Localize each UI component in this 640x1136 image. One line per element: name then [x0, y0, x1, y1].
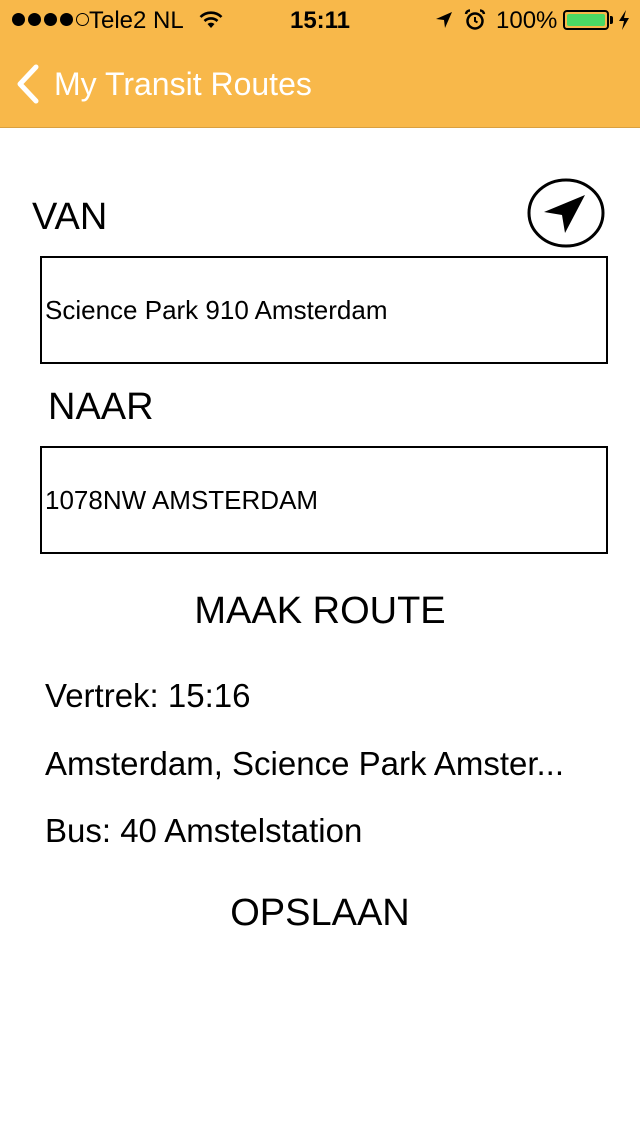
charging-icon [619, 10, 629, 30]
to-input[interactable]: 1078NW AMSTERDAM [40, 446, 608, 554]
status-bar: Tele2 NL 15:11 100% [0, 0, 640, 40]
header: Tele2 NL 15:11 100% My Transit Routes [0, 0, 640, 128]
make-route-button[interactable]: MAAK ROUTE [0, 590, 640, 633]
back-button-label: My Transit Routes [54, 65, 312, 102]
from-label: VAN [32, 196, 108, 238]
chevron-left-icon [17, 64, 39, 104]
location-arrow-icon [436, 12, 452, 28]
battery-cap [610, 16, 613, 24]
back-button[interactable]: My Transit Routes [14, 64, 312, 104]
current-location-button[interactable] [527, 178, 605, 248]
save-button[interactable]: OPSLAAN [0, 892, 640, 935]
to-label: NAAR [48, 386, 154, 428]
battery-level-fill [567, 14, 605, 26]
departure-stop: Amsterdam, Science Park Amster... [45, 745, 565, 782]
battery-percentage: 100% [496, 7, 558, 34]
from-input[interactable]: Science Park 910 Amsterdam [40, 256, 608, 364]
navigation-bar: My Transit Routes [0, 40, 640, 128]
alarm-icon [464, 9, 486, 30]
battery-icon [563, 10, 609, 30]
departure-time: Vertrek: 15:16 [45, 677, 251, 714]
bus-line: Bus: 40 Amstelstation [45, 812, 363, 849]
